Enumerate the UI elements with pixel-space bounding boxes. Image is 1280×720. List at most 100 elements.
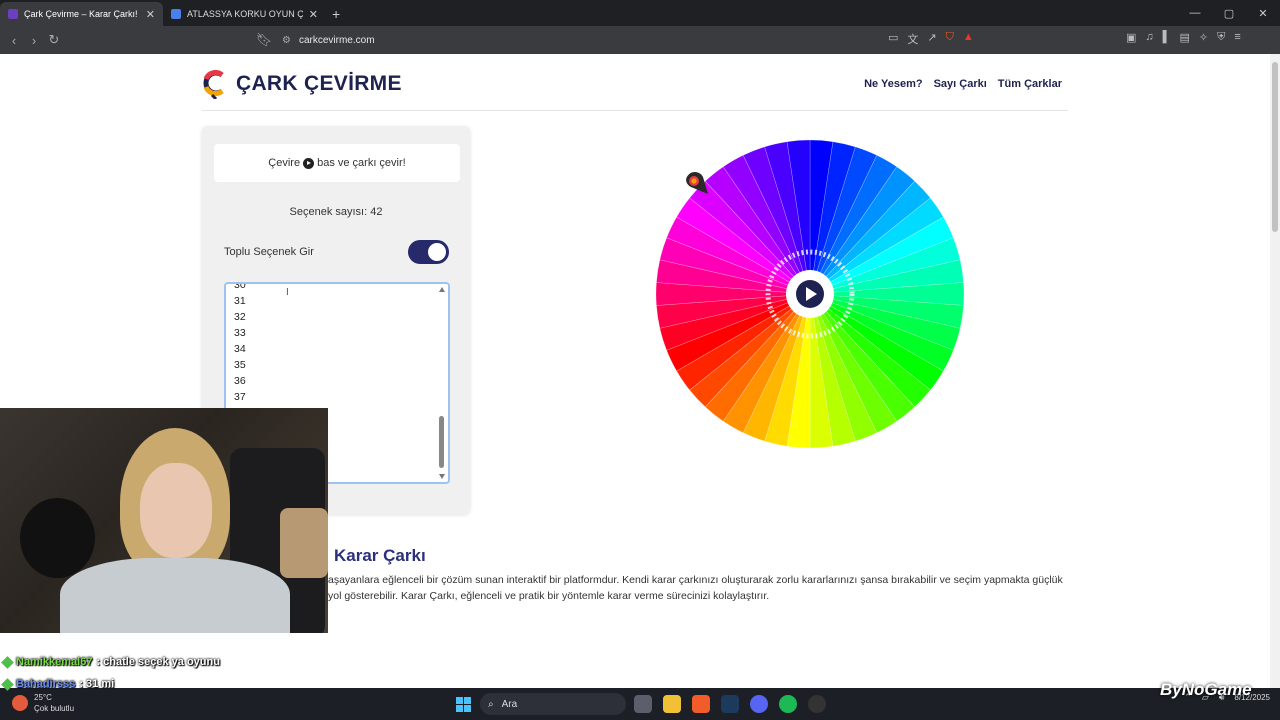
bulk-entry-label: Toplu Seçenek Gir	[224, 246, 314, 258]
scroll-thumb[interactable]	[439, 416, 444, 468]
webcam-microphone	[20, 498, 95, 578]
docs-favicon-icon	[171, 9, 181, 19]
brave-shield-icon[interactable]: ⛉	[946, 31, 954, 47]
close-tab-icon[interactable]: ✕	[146, 8, 155, 21]
translate-icon[interactable]: 文	[907, 31, 918, 47]
nav-tum-carklar[interactable]: Tüm Çarklar	[998, 78, 1062, 90]
wallet-icon[interactable]: ▤	[1179, 31, 1189, 44]
section-title: Karar Çarkı	[334, 546, 426, 565]
play-icon	[303, 157, 315, 169]
windows-taskbar: 25°C Çok bulutlu ⌕ Ara ⌃ ▱ 🔊︎ 8/12/2025	[0, 688, 1280, 720]
option-count: Seçenek sayısı: 42	[289, 206, 383, 218]
option-line: 30	[234, 282, 246, 291]
taskbar-apps	[634, 695, 826, 713]
option-line: 33	[234, 327, 246, 339]
hint-text-after: bas ve çarkı çevir!	[317, 157, 406, 169]
nav-sayi-carki[interactable]: Sayı Çarkı	[934, 78, 987, 90]
discord-icon[interactable]	[750, 695, 768, 713]
sidebar-icon[interactable]: ▌	[1163, 31, 1171, 44]
watermark-logo: ByNoGame	[1160, 680, 1252, 699]
close-tab-icon[interactable]: ✕	[309, 8, 318, 21]
bulk-entry-toggle[interactable]	[408, 240, 449, 264]
site-logo[interactable]: ÇARK ÇEVİRME	[202, 69, 402, 99]
bookmark-icon[interactable]: 🔖︎	[254, 32, 274, 48]
tab-title: ATLASSYA KORKU OYUN ÇARKI - Go	[187, 9, 303, 19]
chat-text: : chatle seçek ya oyunu	[96, 656, 220, 668]
header-divider	[202, 110, 1068, 111]
task-view-icon[interactable]	[634, 695, 652, 713]
options-list: 30 31 32 33 34 35 36 37	[234, 282, 246, 405]
spotify-icon[interactable]	[779, 695, 797, 713]
textarea-scrollbar[interactable]	[437, 284, 447, 482]
back-icon[interactable]: ‹	[4, 33, 24, 48]
brave-browser-icon[interactable]	[692, 695, 710, 713]
url-text: carkcevirme.com	[298, 34, 375, 46]
toolbar-icons: ▣ ♫ ▌ ▤ ✧ ⛨ ≡	[1126, 31, 1241, 44]
new-tab-icon[interactable]: +	[332, 6, 340, 22]
tab-title: Çark Çevirme – Karar Çarkı!	[24, 9, 138, 19]
menu-icon[interactable]: ≡	[1234, 31, 1240, 44]
brave-rewards-icon[interactable]: ▲	[963, 31, 974, 47]
screenshot-icon[interactable]: ▣	[1126, 31, 1136, 44]
option-line: 35	[234, 359, 246, 371]
option-line: 37	[234, 391, 246, 403]
toggle-knob	[428, 243, 446, 261]
chat-text: : 31 mi	[79, 678, 115, 690]
option-line: 32	[234, 311, 246, 323]
reload-icon[interactable]: ↻	[44, 32, 64, 48]
maximize-icon[interactable]: ▢	[1212, 7, 1246, 20]
option-line: 31	[234, 295, 246, 307]
minimize-icon[interactable]: —	[1178, 7, 1212, 19]
search-icon: ⌕	[488, 698, 494, 710]
vpn-icon[interactable]: ⛨	[1217, 31, 1225, 44]
chat-badge-icon	[1, 677, 14, 691]
top-navigation: Ne Yesem? Sayı Çarkı Tüm Çarklar	[864, 78, 1062, 90]
start-icon[interactable]	[456, 697, 471, 712]
description-line: yol gösterebilir. Karar Çarkı, eğlenceli…	[328, 590, 770, 602]
chat-message: Namikkemal67 : chatle seçek ya oyunu	[1, 655, 220, 669]
logo-icon	[203, 70, 224, 99]
site-favicon-icon	[8, 9, 18, 19]
weather-temp: 25°C	[34, 693, 52, 702]
hint-text-before: Çevire	[268, 157, 301, 169]
forward-icon[interactable]: ›	[24, 33, 44, 48]
file-explorer-icon[interactable]	[663, 695, 681, 713]
weather-desc: Çok bulutlu	[34, 704, 75, 713]
steam-icon[interactable]	[721, 695, 739, 713]
webcam-streamer-body	[60, 558, 290, 633]
cast-icon[interactable]: ▭	[888, 31, 898, 47]
weather-widget[interactable]: 25°C Çok bulutlu	[8, 692, 74, 714]
address-bar: ‹ › ↻ 🔖︎ ⚙ carkcevirme.com ▭ 文 ↗ ⛉ ▲ ▣ ♫…	[0, 26, 1280, 54]
option-line: 36	[234, 375, 246, 387]
scroll-down-icon[interactable]	[439, 474, 445, 479]
site-info-icon[interactable]: ⚙	[282, 35, 291, 46]
description-text: aşayanlara eğlenceli bir çözüm sunan int…	[328, 572, 1068, 604]
browser-tab-bar: Çark Çevirme – Karar Çarkı! ✕ ATLASSYA K…	[0, 0, 1280, 26]
address-actions: ▭ 文 ↗ ⛉ ▲	[888, 31, 974, 47]
nav-ne-yesem[interactable]: Ne Yesem?	[864, 78, 923, 90]
webcam-overlay	[0, 408, 328, 633]
weather-icon	[12, 695, 28, 711]
chat-username: Namikkemal67	[16, 656, 93, 668]
close-window-icon[interactable]: ✕	[1246, 7, 1280, 20]
tab-cark-cevirme[interactable]: Çark Çevirme – Karar Çarkı! ✕	[0, 2, 163, 26]
tab-google-docs[interactable]: ATLASSYA KORKU OYUN ÇARKI - Go ✕	[163, 2, 326, 26]
logo-text: ÇARK ÇEVİRME	[236, 72, 402, 95]
option-line: 34	[234, 343, 246, 355]
text-cursor-icon: I	[286, 287, 289, 298]
chat-message: Bahadirsss : 31 mi	[1, 677, 115, 691]
obs-icon[interactable]	[808, 695, 826, 713]
chat-username: Bahadirsss	[16, 678, 76, 690]
window-controls: — ▢ ✕	[1178, 0, 1280, 26]
media-icon[interactable]: ♫	[1145, 31, 1153, 44]
share-icon[interactable]: ↗	[927, 31, 936, 47]
scroll-up-icon[interactable]	[439, 287, 445, 292]
taskbar-search[interactable]: ⌕ Ara	[480, 693, 626, 715]
search-placeholder: Ara	[501, 698, 518, 710]
webcam-pillow	[280, 508, 328, 578]
leo-icon[interactable]: ✧	[1199, 31, 1208, 44]
wheel-pointer-icon	[686, 172, 708, 194]
page-scrollbar[interactable]	[1270, 54, 1280, 688]
page-scroll-thumb[interactable]	[1272, 62, 1278, 232]
description-line: aşayanlara eğlenceli bir çözüm sunan int…	[328, 574, 1063, 586]
